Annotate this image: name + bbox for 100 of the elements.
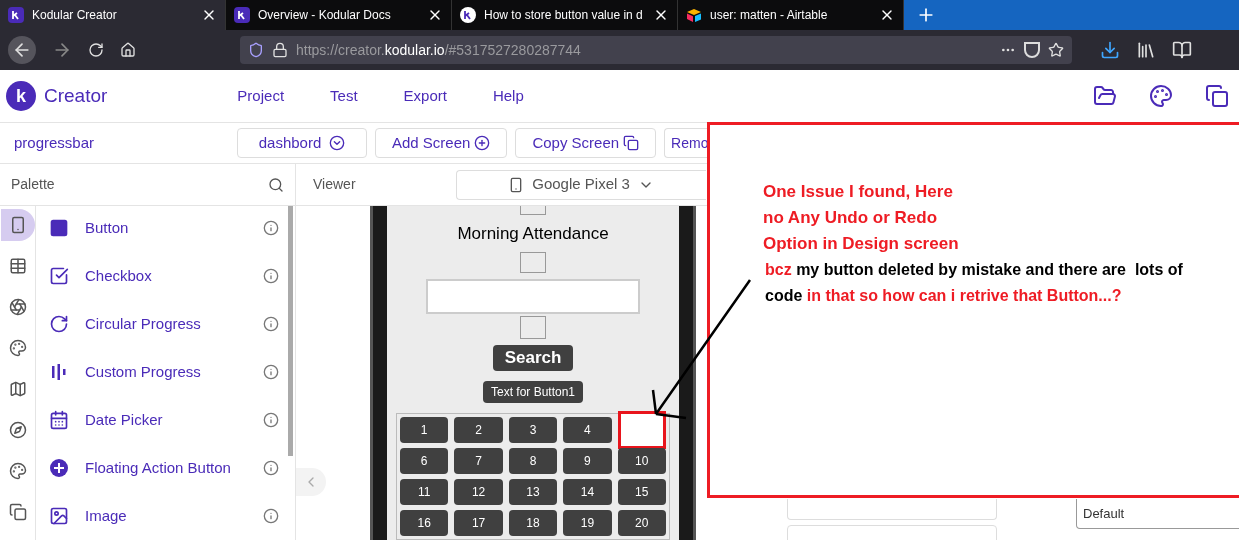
plus-circle-icon (49, 458, 69, 478)
category-icon (8, 380, 27, 398)
info-icon[interactable] (263, 268, 279, 284)
property-field[interactable]: Default (1076, 499, 1239, 529)
tab-title: user: matten - Airtable (710, 7, 829, 24)
menu-item[interactable]: Test (330, 84, 358, 108)
grid-button[interactable]: 14 (563, 479, 612, 505)
category-icon (8, 503, 27, 521)
palette-item[interactable]: Floating Action Button (49, 458, 279, 478)
back-button[interactable] (8, 36, 36, 64)
copy-icon (623, 135, 640, 151)
category-icon (8, 421, 27, 439)
text-input[interactable] (426, 279, 640, 315)
category-tab[interactable] (0, 209, 35, 241)
library-icon[interactable] (1136, 40, 1156, 60)
palette-item[interactable]: Checkbox (49, 266, 279, 286)
airtable-favicon-icon (686, 8, 702, 22)
browser-tab[interactable]: Kodular Creator (0, 0, 226, 30)
scrollbar[interactable] (288, 206, 293, 456)
sidebar-icon[interactable] (1172, 40, 1192, 60)
info-icon[interactable] (263, 412, 279, 428)
info-icon[interactable] (263, 460, 279, 476)
grid-button[interactable]: 16 (400, 510, 449, 536)
url-text: https://creator.kodular.io/#5317527280287744 (296, 40, 581, 60)
toolbar-button[interactable]: Add Screen (375, 128, 508, 158)
palette-title: Palette (11, 175, 55, 194)
grid-button[interactable]: 18 (508, 510, 558, 536)
highlight-box (617, 411, 666, 449)
pocket-icon[interactable] (1024, 42, 1040, 58)
search-button[interactable]: Search (492, 345, 574, 371)
grid-button[interactable]: 8 (508, 448, 558, 474)
screen-dropdown[interactable]: dashbord (237, 128, 367, 158)
grid-button[interactable]: 2 (454, 417, 503, 443)
kodular-favicon-icon (460, 7, 476, 23)
image-icon (49, 506, 69, 526)
grid-button[interactable]: 12 (454, 479, 503, 505)
grid-button[interactable]: 19 (563, 510, 612, 536)
info-icon[interactable] (263, 508, 279, 524)
info-icon[interactable] (263, 220, 279, 236)
viewer-title: Viewer (313, 175, 356, 194)
info-icon[interactable] (263, 364, 279, 380)
pages-icon[interactable] (1205, 84, 1229, 108)
grid-button[interactable]: 7 (454, 448, 503, 474)
grid-button[interactable]: 6 (400, 448, 449, 474)
shield-icon (248, 42, 264, 58)
category-icon (8, 462, 27, 480)
tab-title: Kodular Creator (32, 7, 118, 24)
grid-button[interactable]: 3 (508, 417, 558, 443)
tab-title: How to store button value in d (484, 7, 644, 24)
category-icon (8, 298, 27, 316)
grid-button[interactable]: 4 (563, 417, 612, 443)
device-dropdown[interactable]: Google Pixel 3 (455, 169, 706, 200)
address-bar[interactable]: https://creator.kodular.io/#5317527280287744 (240, 36, 1072, 64)
home-icon[interactable] (120, 42, 136, 58)
heading-text: Morning Attendance (457, 222, 609, 245)
palette-item[interactable]: Date Picker (49, 410, 279, 430)
grid-button[interactable]: 15 (617, 479, 666, 505)
palette-item[interactable]: Button (49, 218, 279, 238)
info-icon[interactable] (263, 316, 279, 332)
grid-button[interactable]: 1 (400, 417, 449, 443)
text-button[interactable]: Text for Button1 (482, 380, 583, 403)
tab-title: Overview - Kodular Docs (258, 7, 392, 24)
annotation-paragraph: bcz my button deleted by mistake and there are lots of code in that so how can i retrive that Button...? (765, 260, 1184, 306)
plus-icon (474, 135, 491, 151)
placeholder-square (520, 252, 546, 274)
app-logo: k (6, 81, 36, 111)
grid-button[interactable]: 9 (563, 448, 612, 474)
kodular-favicon-icon (234, 7, 250, 23)
grid-button[interactable]: 13 (508, 479, 558, 505)
menu-item[interactable]: Export (403, 84, 447, 108)
grid-button[interactable]: 11 (400, 479, 449, 505)
checkbox-icon (49, 266, 69, 286)
lock-icon (272, 42, 288, 58)
annotation-text: Option in Design screen (763, 233, 959, 255)
download-icon[interactable] (1100, 40, 1120, 60)
grid-button[interactable]: 17 (454, 510, 503, 536)
category-icon (8, 257, 27, 275)
placeholder-square (520, 316, 546, 340)
app-name: Creator (44, 83, 108, 108)
reload-icon[interactable] (88, 42, 104, 58)
folder-icon[interactable] (1093, 84, 1117, 108)
palette-icon[interactable] (1149, 84, 1173, 108)
project-name: progressbar (14, 132, 96, 153)
grid-button[interactable]: 20 (617, 510, 666, 536)
bookmark-star-icon[interactable] (1048, 42, 1064, 58)
annotation-text: One Issue I found, Here (763, 181, 953, 203)
toolbar-button[interactable]: Copy Screen (515, 128, 657, 158)
grid-button[interactable]: 10 (617, 448, 666, 474)
menu-item[interactable]: Help (492, 84, 524, 108)
button-component-icon (49, 218, 69, 238)
calendar-icon (49, 410, 69, 430)
palette-item[interactable]: Custom Progress (49, 362, 279, 382)
search-icon[interactable] (268, 176, 284, 193)
menu-item[interactable]: Project (237, 84, 285, 108)
chevron-icon (329, 135, 346, 151)
palette-item[interactable]: Image (49, 506, 279, 526)
bars-icon (49, 362, 69, 382)
palette-item[interactable]: Circular Progress (49, 314, 279, 334)
category-icon (8, 339, 27, 357)
circular-arrow-icon (49, 314, 69, 334)
